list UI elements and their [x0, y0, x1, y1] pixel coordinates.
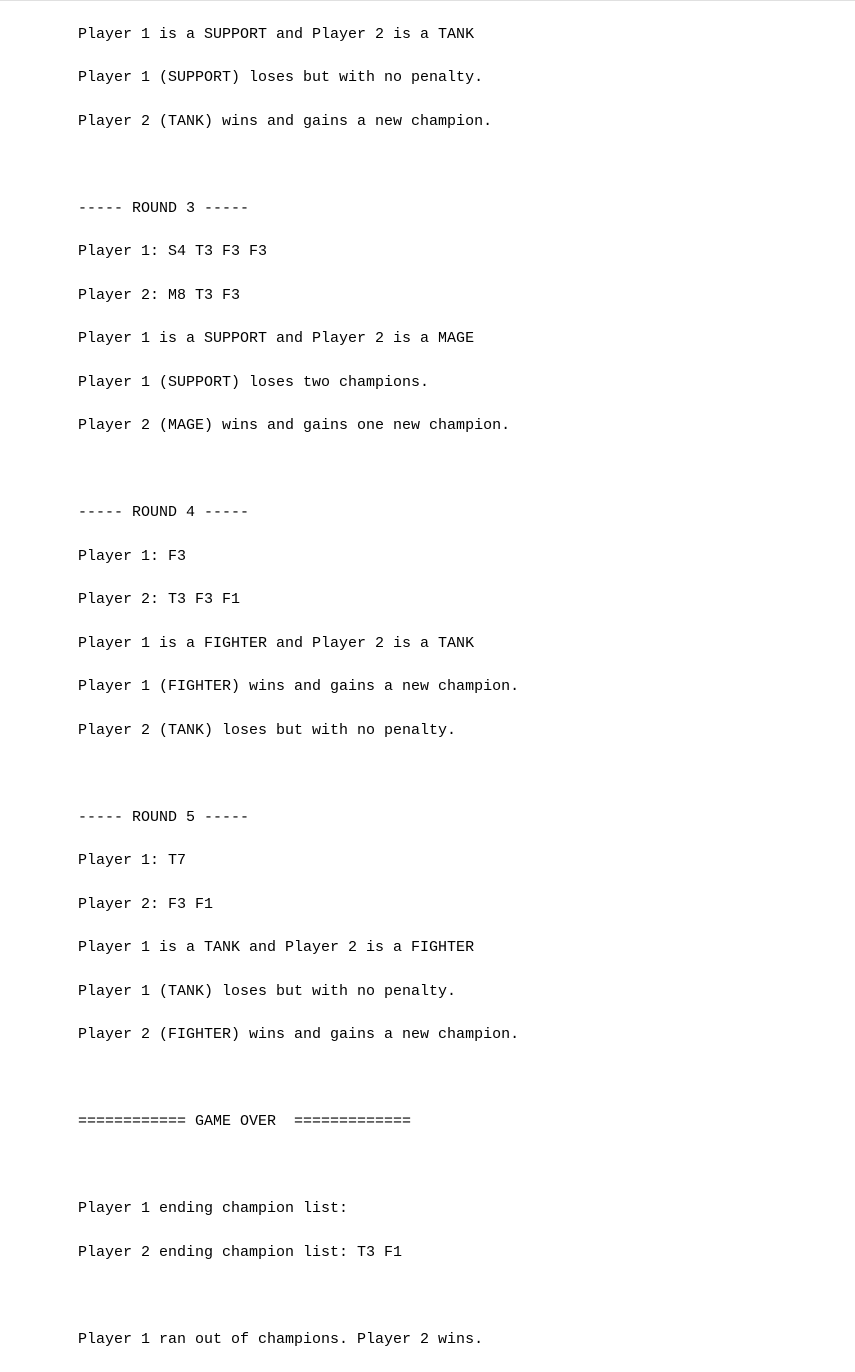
- output-line: Player 1 is a SUPPORT and Player 2 is a …: [78, 24, 855, 46]
- game-over-header: ============ GAME OVER =============: [78, 1111, 855, 1133]
- output-line: Player 2 (FIGHTER) wins and gains a new …: [78, 1024, 855, 1046]
- output-line: Player 2 (MAGE) wins and gains one new c…: [78, 415, 855, 437]
- output-line: Player 2: M8 T3 F3: [78, 285, 855, 307]
- output-line: Player 1 ending champion list:: [78, 1198, 855, 1220]
- output-line: Player 2 (TANK) loses but with no penalt…: [78, 720, 855, 742]
- round-header: ----- ROUND 5 -----: [78, 807, 855, 829]
- output-line: Player 1 (TANK) loses but with no penalt…: [78, 981, 855, 1003]
- output-line: Player 1 (FIGHTER) wins and gains a new …: [78, 676, 855, 698]
- output-line: Player 2 ending champion list: T3 F1: [78, 1242, 855, 1264]
- output-line: Player 2: F3 F1: [78, 894, 855, 916]
- output-line: Player 1 ran out of champions. Player 2 …: [78, 1329, 855, 1351]
- output-line: Player 1 is a SUPPORT and Player 2 is a …: [78, 328, 855, 350]
- round-header: ----- ROUND 4 -----: [78, 502, 855, 524]
- output-line: Player 1 is a FIGHTER and Player 2 is a …: [78, 633, 855, 655]
- output-line: Player 1: F3: [78, 546, 855, 568]
- output-line: Player 1 is a TANK and Player 2 is a FIG…: [78, 937, 855, 959]
- output-line: Player 2 (TANK) wins and gains a new cha…: [78, 111, 855, 133]
- output-line: Player 1 (SUPPORT) loses but with no pen…: [78, 67, 855, 89]
- round-header: ----- ROUND 3 -----: [78, 198, 855, 220]
- output-line: [78, 763, 855, 785]
- output-line: Player 1: S4 T3 F3 F3: [78, 241, 855, 263]
- output-line: Player 1: T7: [78, 850, 855, 872]
- output-line: [78, 459, 855, 481]
- output-line: [78, 1155, 855, 1177]
- output-line: Player 1 (SUPPORT) loses two champions.: [78, 372, 855, 394]
- output-line: Player 2: T3 F3 F1: [78, 589, 855, 611]
- game-output-text: Player 1 is a SUPPORT and Player 2 is a …: [0, 1, 855, 1372]
- output-line: [78, 154, 855, 176]
- output-line: [78, 1068, 855, 1090]
- output-line: [78, 1285, 855, 1307]
